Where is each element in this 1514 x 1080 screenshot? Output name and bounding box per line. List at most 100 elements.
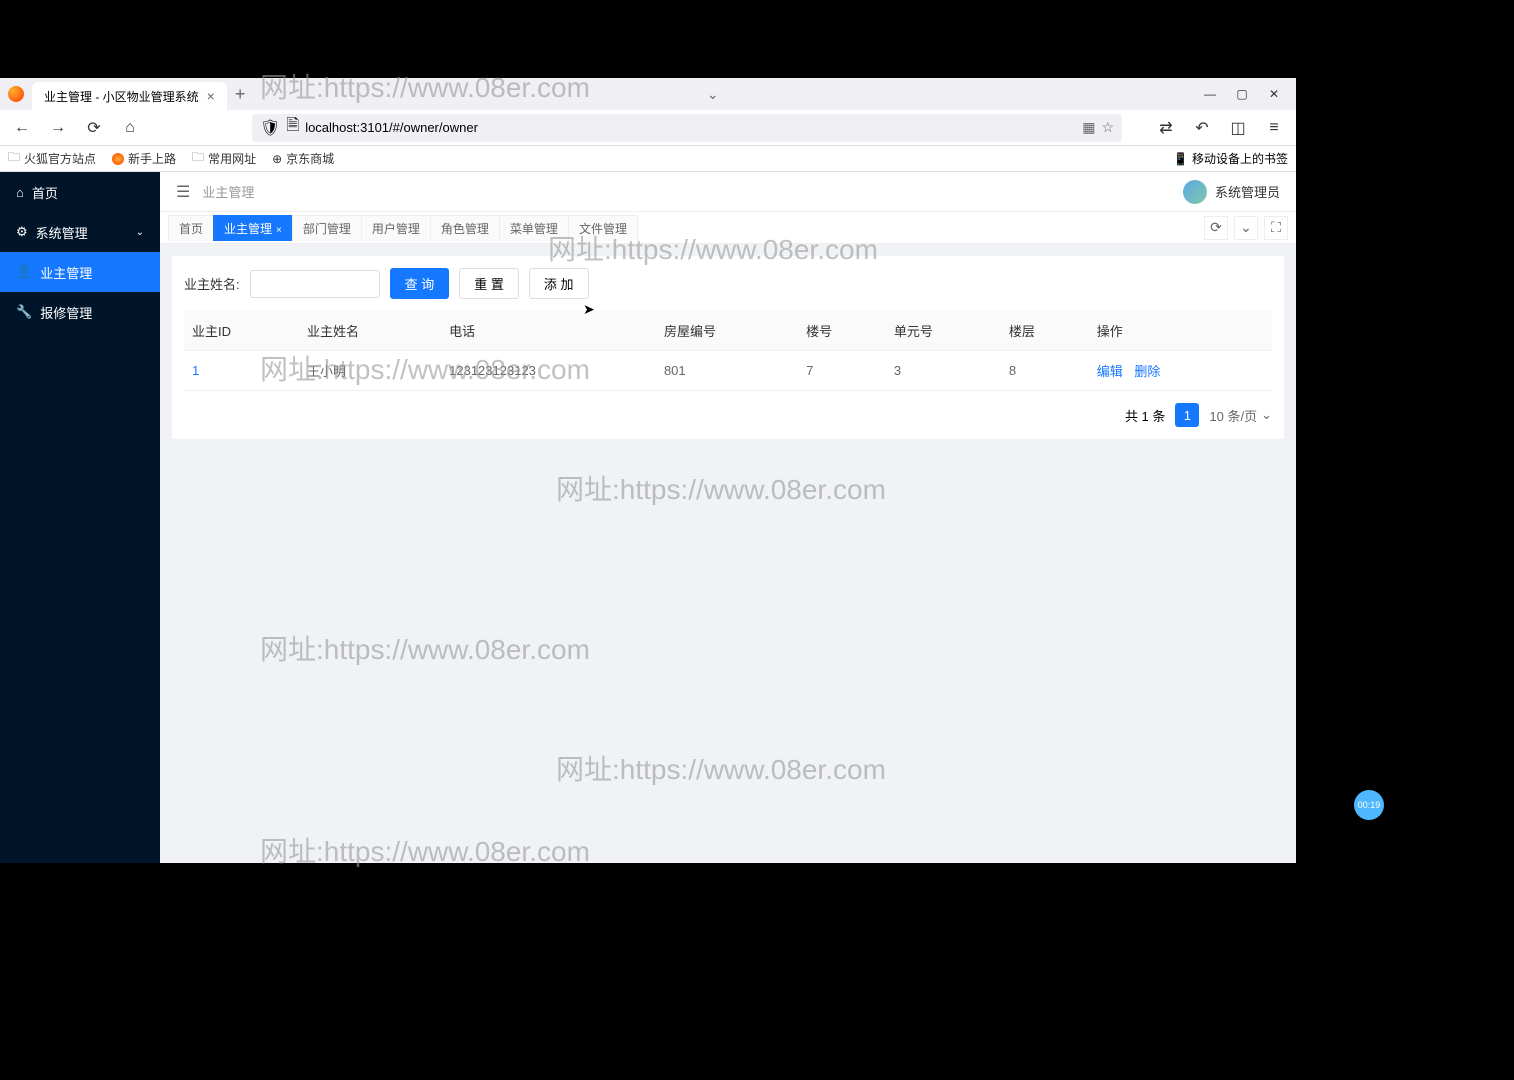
chevron-down-icon[interactable]: ⌄ — [1234, 216, 1258, 240]
cell-phone: 123123123123 — [441, 351, 656, 391]
navigation-bar: ← → ⟳ ⌂ 🛡 🗎 ▦ ☆ ⇄ ↶ ◫ ≡ — [0, 110, 1296, 146]
extension-icon[interactable]: ⇄ — [1152, 114, 1180, 142]
reload-button[interactable]: ⟳ — [80, 114, 108, 142]
firefox-icon — [112, 153, 124, 165]
search-label: 业主姓名: — [184, 274, 240, 293]
title-bar: 业主管理 - 小区物业管理系统 × + ⌄ — ▢ ✕ — [0, 78, 1296, 110]
sidebar-item-home[interactable]: ⌂首页 — [0, 172, 160, 212]
close-icon[interactable]: × — [207, 88, 215, 104]
avatar — [1183, 180, 1207, 204]
main-area: ☰ 业主管理 系统管理员 首页 业主管理× 部门管理 用户管理 角色管理 菜单管… — [160, 172, 1296, 863]
url-input[interactable] — [305, 120, 1076, 135]
content-panel: 业主姓名: 查 询 重 置 添 加 业主ID 业主姓名 电话 房屋编号 楼号 — [172, 256, 1284, 439]
document-icon: 🗎 — [286, 114, 299, 141]
bookmark-item[interactable]: ⊕京东商城 — [272, 150, 334, 167]
collapse-icon[interactable]: ☰ — [176, 182, 190, 202]
chevron-down-icon: ⌄ — [1261, 407, 1272, 423]
total-text: 共 1 条 — [1125, 406, 1165, 425]
th-floor: 楼层 — [1001, 311, 1089, 351]
home-button[interactable]: ⌂ — [116, 114, 144, 142]
home-icon: ⌂ — [16, 185, 24, 200]
reset-button[interactable]: 重 置 — [459, 268, 519, 299]
tab-user[interactable]: 用户管理 — [361, 215, 431, 241]
table-header-row: 业主ID 业主姓名 电话 房屋编号 楼号 单元号 楼层 操作 — [184, 311, 1272, 351]
th-phone: 电话 — [441, 311, 656, 351]
owner-table: 业主ID 业主姓名 电话 房屋编号 楼号 单元号 楼层 操作 1 — [184, 311, 1272, 391]
cell-name: 王小明 — [299, 351, 441, 391]
folder-icon: 🗀 — [192, 148, 204, 169]
tabs-bar: 首页 业主管理× 部门管理 用户管理 角色管理 菜单管理 文件管理 ⟳ ⌄ ⛶ — [160, 212, 1296, 244]
header-bar: ☰ 业主管理 系统管理员 — [160, 172, 1296, 212]
tab-title: 业主管理 - 小区物业管理系统 — [44, 88, 199, 105]
user-icon: 👤 — [16, 264, 32, 280]
forward-button[interactable]: → — [44, 114, 72, 142]
delete-link[interactable]: 删除 — [1134, 364, 1160, 379]
close-icon[interactable]: × — [276, 225, 282, 236]
chevron-down-icon[interactable]: ⌄ — [707, 86, 719, 103]
cell-unit: 3 — [886, 351, 1001, 391]
th-id: 业主ID — [184, 311, 299, 351]
sidebar: ⌂首页 ⚙系统管理⌄ 👤业主管理 🔧报修管理 — [0, 172, 160, 863]
star-icon[interactable]: ☆ — [1101, 119, 1114, 136]
browser-tab[interactable]: 业主管理 - 小区物业管理系统 × — [32, 82, 227, 110]
refresh-icon[interactable]: ⟳ — [1204, 216, 1228, 240]
cell-room: 801 — [656, 351, 798, 391]
tab-role[interactable]: 角色管理 — [430, 215, 500, 241]
maximize-button[interactable]: ▢ — [1228, 80, 1256, 108]
account-icon[interactable]: ↶ — [1188, 114, 1216, 142]
cell-floor: 8 — [1001, 351, 1089, 391]
menu-icon[interactable]: ≡ — [1260, 114, 1288, 142]
fullscreen-icon[interactable]: ⛶ — [1264, 216, 1288, 240]
bookmark-item[interactable]: 新手上路 — [112, 150, 176, 167]
sidebar-item-repair[interactable]: 🔧报修管理 — [0, 292, 160, 332]
sidebar-item-system[interactable]: ⚙系统管理⌄ — [0, 212, 160, 252]
user-info[interactable]: 系统管理员 — [1183, 180, 1280, 204]
url-bar[interactable]: 🛡 🗎 ▦ ☆ — [252, 114, 1122, 142]
back-button[interactable]: ← — [8, 114, 36, 142]
app-content: ⌂首页 ⚙系统管理⌄ 👤业主管理 🔧报修管理 ☰ 业主管理 系统管理员 首页 业… — [0, 172, 1296, 863]
tab-home[interactable]: 首页 — [168, 215, 214, 241]
tab-dept[interactable]: 部门管理 — [292, 215, 362, 241]
owner-id-link[interactable]: 1 — [192, 363, 199, 378]
bookmark-item[interactable]: 🗀火狐官方站点 — [8, 148, 96, 169]
folder-icon: 🗀 — [8, 148, 20, 169]
timer-badge: 00:19 — [1354, 790, 1384, 820]
wrench-icon: 🔧 — [16, 304, 32, 320]
cell-building: 7 — [798, 351, 886, 391]
query-button[interactable]: 查 询 — [390, 268, 450, 299]
th-building: 楼号 — [798, 311, 886, 351]
browser-window: 业主管理 - 小区物业管理系统 × + ⌄ — ▢ ✕ ← → ⟳ ⌂ 🛡 🗎 … — [0, 78, 1296, 863]
breadcrumb: 业主管理 — [202, 182, 254, 201]
new-tab-button[interactable]: + — [235, 84, 246, 105]
th-action: 操作 — [1089, 311, 1272, 351]
jd-icon: ⊕ — [272, 152, 282, 166]
gear-icon: ⚙ — [16, 224, 28, 240]
chevron-down-icon: ⌄ — [136, 227, 144, 238]
th-unit: 单元号 — [886, 311, 1001, 351]
th-room: 房屋编号 — [656, 311, 798, 351]
reader-icon[interactable]: ▦ — [1082, 119, 1095, 136]
pagination: 共 1 条 1 10 条/页⌄ — [184, 403, 1272, 427]
username: 系统管理员 — [1215, 182, 1280, 201]
mobile-icon: 📱 — [1173, 152, 1188, 166]
page-number[interactable]: 1 — [1175, 403, 1199, 427]
mobile-bookmarks[interactable]: 📱移动设备上的书签 — [1173, 150, 1288, 167]
th-name: 业主姓名 — [299, 311, 441, 351]
minimize-button[interactable]: — — [1196, 80, 1224, 108]
window-controls: — ▢ ✕ — [1196, 80, 1288, 108]
tab-owner[interactable]: 业主管理× — [213, 215, 293, 241]
add-button[interactable]: 添 加 — [529, 268, 589, 299]
close-button[interactable]: ✕ — [1260, 80, 1288, 108]
tab-menu[interactable]: 菜单管理 — [499, 215, 569, 241]
search-row: 业主姓名: 查 询 重 置 添 加 — [184, 268, 1272, 299]
firefox-icon — [8, 86, 24, 102]
edit-link[interactable]: 编辑 — [1097, 364, 1123, 379]
library-icon[interactable]: ◫ — [1224, 114, 1252, 142]
bookmark-bar: 🗀火狐官方站点 新手上路 🗀常用网址 ⊕京东商城 📱移动设备上的书签 — [0, 146, 1296, 172]
tab-file[interactable]: 文件管理 — [568, 215, 638, 241]
page-size-select[interactable]: 10 条/页⌄ — [1209, 406, 1272, 425]
bookmark-item[interactable]: 🗀常用网址 — [192, 148, 256, 169]
sidebar-item-owner[interactable]: 👤业主管理 — [0, 252, 160, 292]
table-row: 1 王小明 123123123123 801 7 3 8 编辑 删除 — [184, 351, 1272, 391]
owner-name-input[interactable] — [250, 270, 380, 298]
